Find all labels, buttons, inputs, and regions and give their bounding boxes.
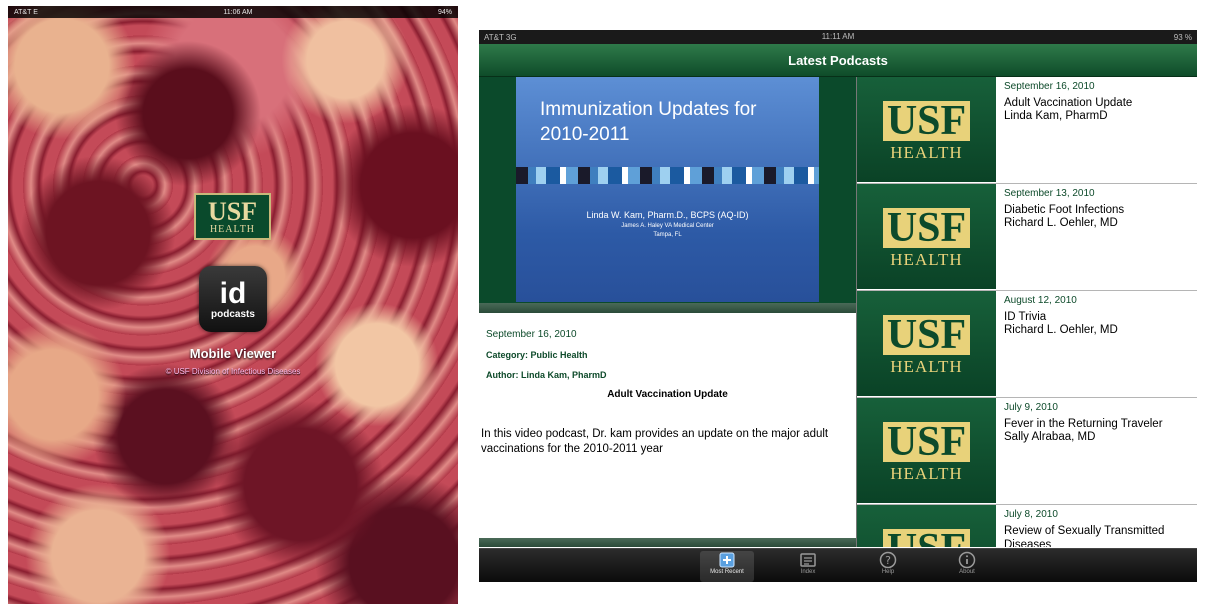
podcast-list-item[interactable]: USF HEALTH August 12, 2010 ID Trivia Rich… (857, 291, 1197, 398)
app-icon-podcasts-text: podcasts (211, 308, 255, 320)
detail-category: Category: Public Health (486, 350, 588, 360)
index-icon (798, 551, 818, 569)
help-icon: ? (878, 551, 898, 569)
logo-usf-text: USF (882, 528, 971, 547)
tab-index[interactable]: Index (781, 551, 835, 582)
tab-label: Index (800, 569, 816, 575)
pane-divider (479, 538, 856, 547)
detail-author: Author: Linda Kam, PharmD (486, 370, 607, 380)
podcast-title: Fever in the Returning Traveler (1004, 418, 1163, 430)
podcast-date: July 8, 2010 (1004, 509, 1058, 520)
podcasts-app: AT&T 3G 11:11 AM 93 % Latest Podcasts Im… (479, 30, 1197, 582)
podcast-title: Adult Vaccination Update (1004, 97, 1133, 109)
clock: 11:11 AM (821, 32, 855, 41)
usf-health-thumbnail: USFHEALTH (857, 77, 996, 182)
copyright-text: © USF Division of Infectious Diseases (165, 367, 301, 376)
usf-health-thumbnail: USFHEALTH (857, 291, 996, 396)
logo-health-text: HEALTH (890, 143, 963, 162)
podcast-title: ID Trivia (1004, 311, 1047, 323)
carrier-label: AT&T E (14, 8, 38, 16)
tab-bar: Most Recent Index ? Help About (479, 548, 1197, 582)
status-bar: AT&T 3G 11:11 AM 93 % (479, 30, 1197, 44)
podcast-speaker: Richard L. Oehler, MD (1004, 217, 1118, 229)
slide-location: Tampa, FL (653, 232, 682, 238)
logo-health-text: HEALTH (890, 250, 963, 269)
svg-text:?: ? (885, 554, 891, 567)
tab-help[interactable]: ? Help (861, 551, 915, 582)
podcast-title: Diabetic Foot Infections (1004, 204, 1125, 216)
logo-health-text: HEALTH (890, 357, 963, 376)
detail-title: Adult Vaccination Update (607, 389, 728, 400)
app-icon-id-text: id (219, 276, 247, 310)
logo-usf-text: USF (882, 100, 971, 142)
logo-health-text: HEALTH (209, 223, 256, 235)
podcast-list[interactable]: USF HEALTH September 16, 2010 Adult Vacci… (856, 77, 1197, 547)
nav-bar: Latest Podcasts (479, 44, 1197, 77)
tab-label: About (959, 569, 975, 575)
usf-health-thumbnail: USFHEALTH (857, 398, 996, 503)
status-bar: AT&T E 11:06 AM 94% (8, 6, 458, 18)
podcast-date: July 9, 2010 (1004, 402, 1058, 413)
slide-title: Immunization Updates for 2010-2011 (540, 99, 757, 145)
slide-decoration-bar (516, 167, 819, 184)
podcast-date: September 16, 2010 (1004, 81, 1095, 92)
splash-screen: AT&T E 11:06 AM 94% USF HEALTH id podcas… (8, 6, 458, 604)
podcast-list-item[interactable]: USFHEALTH July 8, 2010 Review of Sexuall… (857, 505, 1197, 547)
podcast-detail: September 16, 2010 Category: Public Heal… (479, 313, 856, 538)
page-title: Latest Podcasts (788, 52, 888, 68)
about-icon (957, 551, 977, 569)
detail-date: September 16, 2010 (486, 329, 577, 340)
podcast-list-item[interactable]: USF HEALTH July 9, 2010 Fever in the Retu… (857, 398, 1197, 505)
logo-health-text: HEALTH (890, 464, 963, 483)
clock: 11:06 AM (223, 8, 253, 16)
battery-indicator: 94% (437, 8, 452, 16)
podcast-speaker: Linda Kam, PharmD (1004, 110, 1108, 122)
usf-health-logo: USF HEALTH (194, 193, 271, 240)
podcast-list-item[interactable]: USF HEALTH September 16, 2010 Adult Vacci… (857, 77, 1197, 184)
pane-divider (479, 303, 856, 313)
detail-description: In this video podcast, Dr. kam provides … (481, 428, 829, 455)
podcast-date: August 12, 2010 (1004, 295, 1077, 306)
logo-usf-text: USF (882, 314, 971, 356)
video-slide: Immunization Updates for 2010-2011 Linda… (516, 77, 819, 302)
podcast-speaker: Richard L. Oehler, MD (1004, 324, 1118, 336)
video-player[interactable]: Immunization Updates for 2010-2011 Linda… (479, 77, 856, 307)
podcast-title: Review of Sexually Transmitted Diseases (1004, 525, 1165, 547)
podcast-speaker: Sally Alrabaa, MD (1004, 431, 1096, 443)
tab-about[interactable]: About (940, 551, 994, 582)
logo-usf-text: USF (882, 421, 971, 463)
tab-most-recent[interactable]: Most Recent (700, 551, 754, 582)
usf-health-thumbnail: USFHEALTH (857, 505, 996, 547)
logo-usf-text: USF (207, 196, 258, 226)
podcast-list-item[interactable]: USF HEALTH September 13, 2010 Diabetic Fo… (857, 184, 1197, 291)
tab-label: Most Recent (710, 569, 744, 575)
mobile-viewer-label: Mobile Viewer (189, 346, 277, 361)
slide-affiliation: James A. Haley VA Medical Center (621, 223, 714, 229)
most-recent-icon (717, 551, 737, 569)
logo-usf-text: USF (882, 207, 971, 249)
tab-label: Help (881, 569, 895, 575)
usf-health-thumbnail: USFHEALTH (857, 184, 996, 289)
slide-author: Linda W. Kam, Pharm.D., BCPS (AQ-ID) (586, 210, 749, 220)
podcast-date: September 13, 2010 (1004, 188, 1095, 199)
id-podcasts-app-icon: id podcasts (199, 266, 267, 332)
